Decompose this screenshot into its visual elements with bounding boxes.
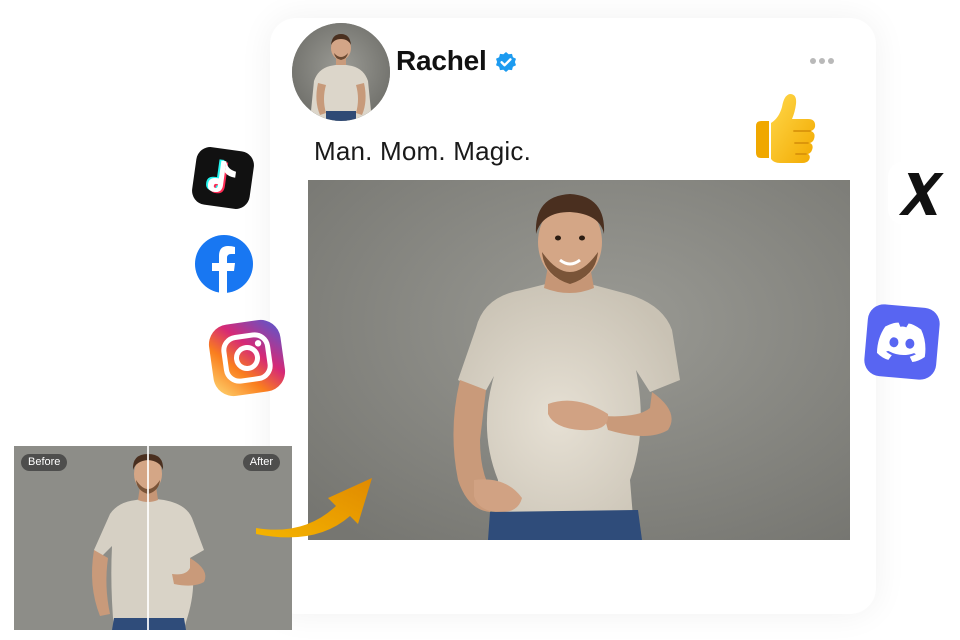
- after-label: After: [242, 454, 280, 471]
- x-icon[interactable]: [884, 157, 956, 229]
- facebook-icon[interactable]: [194, 234, 254, 294]
- post-photo[interactable]: [308, 180, 850, 540]
- verified-badge-icon: [496, 52, 516, 72]
- before-after-photo: [14, 446, 292, 630]
- curved-arrow-icon: [256, 478, 372, 538]
- instagram-icon[interactable]: [203, 314, 291, 402]
- author-name[interactable]: Rachel: [396, 45, 487, 77]
- before-after-thumbnail[interactable]: Before After: [14, 446, 292, 630]
- post-caption: Man. Mom. Magic.: [314, 136, 532, 166]
- pregnant-man-photo: [308, 180, 850, 540]
- tiktok-icon[interactable]: [190, 145, 256, 211]
- promo-stage: Rachel Man. Mom. Magic. Before After: [0, 0, 960, 640]
- before-label: Before: [21, 454, 68, 471]
- comparison-divider[interactable]: [147, 446, 149, 630]
- author-avatar[interactable]: [292, 23, 390, 121]
- more-options-button[interactable]: [806, 52, 838, 70]
- discord-icon[interactable]: [862, 302, 942, 382]
- avatar-image: [292, 23, 390, 121]
- thumbs-up-icon[interactable]: [750, 88, 822, 166]
